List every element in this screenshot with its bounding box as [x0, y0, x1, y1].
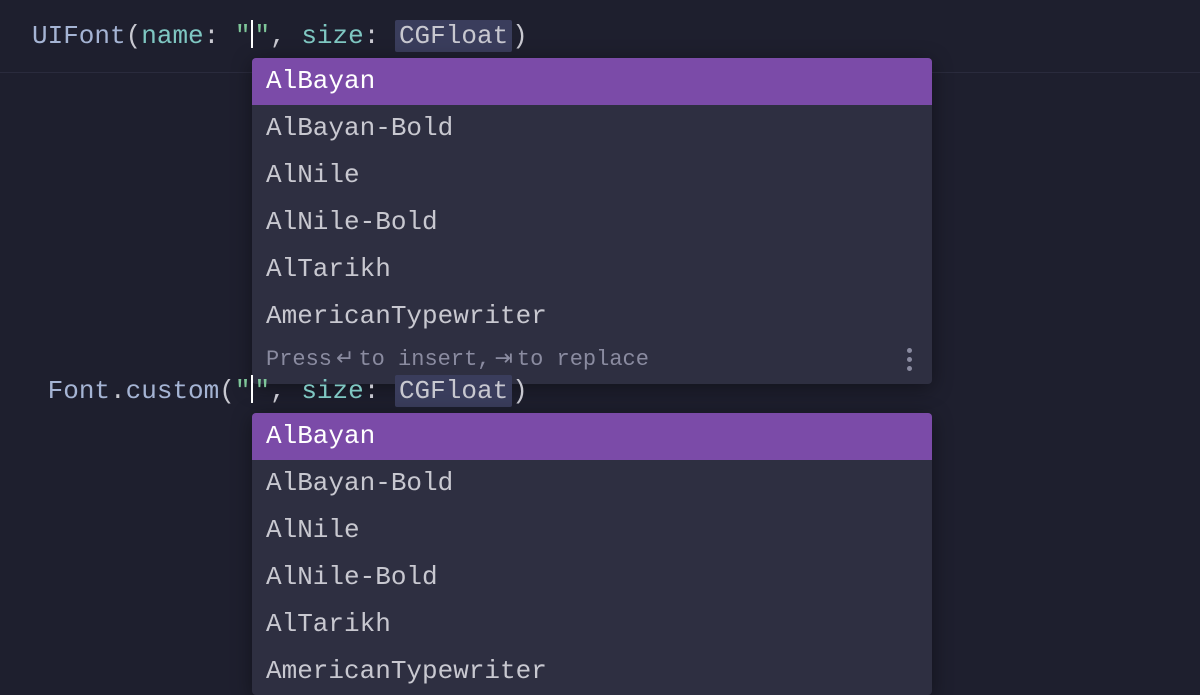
colon: :: [364, 21, 380, 51]
param-name: name: [141, 21, 203, 51]
param-size: size: [301, 21, 363, 51]
type-token: Font: [48, 376, 110, 406]
comma: ,: [270, 21, 286, 51]
text-cursor: [251, 375, 253, 403]
autocomplete-item[interactable]: AmericanTypewriter: [252, 293, 932, 340]
string-quote-close: ": [254, 21, 270, 51]
autocomplete-item[interactable]: AlBayan-Bold: [252, 460, 932, 507]
dot: .: [110, 376, 126, 406]
text-cursor: [251, 20, 253, 48]
autocomplete-popup-2: AlBayan AlBayan-Bold AlNile AlNile-Bold …: [252, 413, 932, 695]
string-quote-close: ": [254, 376, 270, 406]
comma: ,: [270, 376, 286, 406]
autocomplete-item[interactable]: AlNile: [252, 507, 932, 554]
type-placeholder[interactable]: CGFloat: [395, 20, 512, 52]
param-size: size: [301, 376, 363, 406]
autocomplete-item[interactable]: AlTarikh: [252, 246, 932, 293]
autocomplete-item[interactable]: AlTarikh: [252, 601, 932, 648]
paren-open: (: [219, 376, 235, 406]
paren-open: (: [126, 21, 142, 51]
paren-close: ): [512, 376, 528, 406]
autocomplete-item[interactable]: AlNile-Bold: [252, 199, 932, 246]
method-name: custom: [126, 376, 220, 406]
string-quote-open: ": [235, 376, 251, 406]
autocomplete-item[interactable]: AlBayan-Bold: [252, 105, 932, 152]
string-quote-open: ": [235, 21, 251, 51]
autocomplete-item[interactable]: AmericanTypewriter: [252, 648, 932, 695]
autocomplete-item[interactable]: AlNile: [252, 152, 932, 199]
colon: :: [204, 21, 220, 51]
colon: :: [364, 376, 380, 406]
autocomplete-item[interactable]: AlBayan: [252, 413, 932, 460]
type-token: UIFont: [32, 21, 126, 51]
autocomplete-item[interactable]: AlNile-Bold: [252, 554, 932, 601]
paren-close: ): [512, 21, 528, 51]
autocomplete-popup-1: AlBayan AlBayan-Bold AlNile AlNile-Bold …: [252, 58, 932, 384]
autocomplete-item[interactable]: AlBayan: [252, 58, 932, 105]
type-placeholder[interactable]: CGFloat: [395, 375, 512, 407]
